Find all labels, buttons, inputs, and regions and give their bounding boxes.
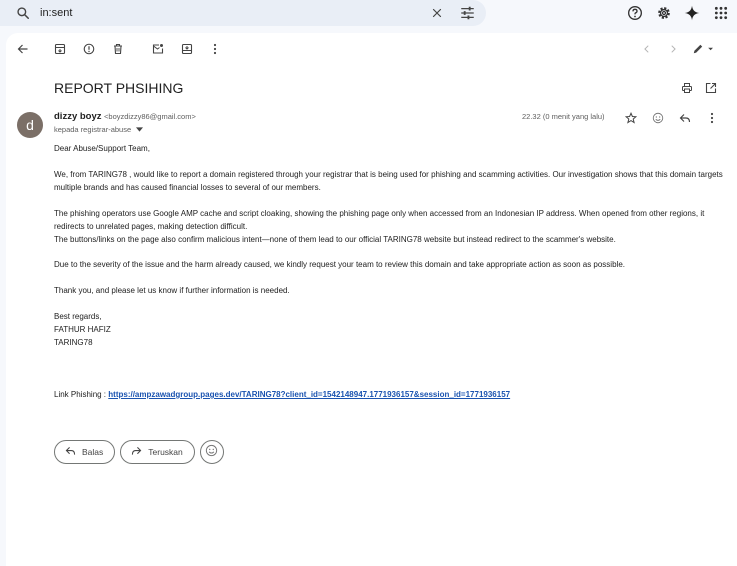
emoji-reaction-button[interactable] (199, 440, 224, 464)
print-icon[interactable] (678, 79, 696, 97)
forward-icon (131, 446, 142, 458)
older-chevron-right-icon[interactable] (664, 40, 682, 58)
archive-icon[interactable] (51, 40, 69, 58)
more-options-icon[interactable] (206, 40, 224, 58)
email-paragraph-2a: The phishing operators use Google AMP ca… (54, 208, 705, 231)
phishing-link-line: Link Phishing : https://ampzawadgroup.pa… (54, 389, 724, 402)
emoji-icon (205, 444, 218, 460)
signature-org: TARING78 (54, 338, 93, 348)
signature-name: FATHUR HAFIZ (54, 325, 111, 335)
email-signoff: Best regards, (54, 312, 102, 322)
email-paragraph-4: Thank you, and please let us know if fur… (54, 286, 290, 296)
clear-search-icon[interactable] (428, 4, 446, 22)
help-icon[interactable] (625, 3, 645, 23)
sender-name[interactable]: dizzy boyz (54, 111, 102, 122)
search-input[interactable] (40, 4, 420, 22)
move-to-icon[interactable] (178, 40, 196, 58)
email-view-panel: REPORT PHSIHING d dizzy boyz <boyzdizzy8… (6, 33, 737, 566)
mark-unread-icon[interactable] (149, 40, 167, 58)
email-paragraph-2b: The buttons/links on the page also confi… (54, 234, 616, 244)
report-spam-icon[interactable] (80, 40, 98, 58)
apps-grid-icon[interactable] (711, 3, 731, 23)
message-more-options-icon[interactable] (703, 109, 721, 127)
reply-label: Balas (82, 447, 104, 457)
top-bar (0, 0, 737, 30)
reply-icon (65, 446, 76, 458)
email-timestamp: 22.32 (0 menit yang lalu) (522, 112, 605, 121)
recipient-label: kepada registrar-abuse (54, 125, 132, 134)
recipient-details-dropdown-icon[interactable] (133, 125, 144, 134)
reply-actions: Balas Teruskan (54, 440, 224, 464)
recipient-line[interactable]: kepada registrar-abuse (54, 125, 144, 134)
star-icon[interactable] (622, 109, 640, 127)
newer-chevron-left-icon[interactable] (638, 40, 656, 58)
email-greeting: Dear Abuse/Support Team, (54, 144, 150, 153)
search-bar[interactable] (0, 0, 486, 26)
forward-label: Teruskan (148, 447, 183, 457)
add-reaction-emoji-icon[interactable] (649, 109, 667, 127)
open-new-window-icon[interactable] (702, 79, 720, 97)
sender-email: <boyzdizzy86@gmail.com> (104, 112, 196, 121)
sender-line: dizzy boyz <boyzdizzy86@gmail.com> (54, 111, 196, 122)
search-icon[interactable] (14, 4, 32, 22)
reply-arrow-icon[interactable] (676, 109, 694, 127)
reply-button[interactable]: Balas (54, 440, 116, 464)
phishing-link[interactable]: https://ampzawadgroup.pages.dev/TARING78… (108, 390, 510, 399)
email-body: Dear Abuse/Support Team, We, from TARING… (54, 143, 724, 402)
input-tools-pen-icon[interactable] (690, 40, 718, 58)
email-subject: REPORT PHSIHING (54, 80, 184, 96)
email-paragraph-3: Due to the severity of the issue and the… (54, 260, 625, 270)
email-paragraph-1: We, from TARING78 , would like to report… (54, 169, 723, 192)
search-options-icon[interactable] (458, 4, 476, 22)
sender-avatar[interactable]: d (17, 112, 43, 138)
delete-trash-icon[interactable] (109, 40, 127, 58)
forward-button[interactable]: Teruskan (120, 440, 195, 464)
gemini-sparkle-icon[interactable] (682, 3, 702, 23)
phishing-link-label: Link Phishing : (54, 389, 109, 399)
back-arrow-icon[interactable] (14, 40, 32, 58)
settings-gear-icon[interactable] (654, 3, 674, 23)
